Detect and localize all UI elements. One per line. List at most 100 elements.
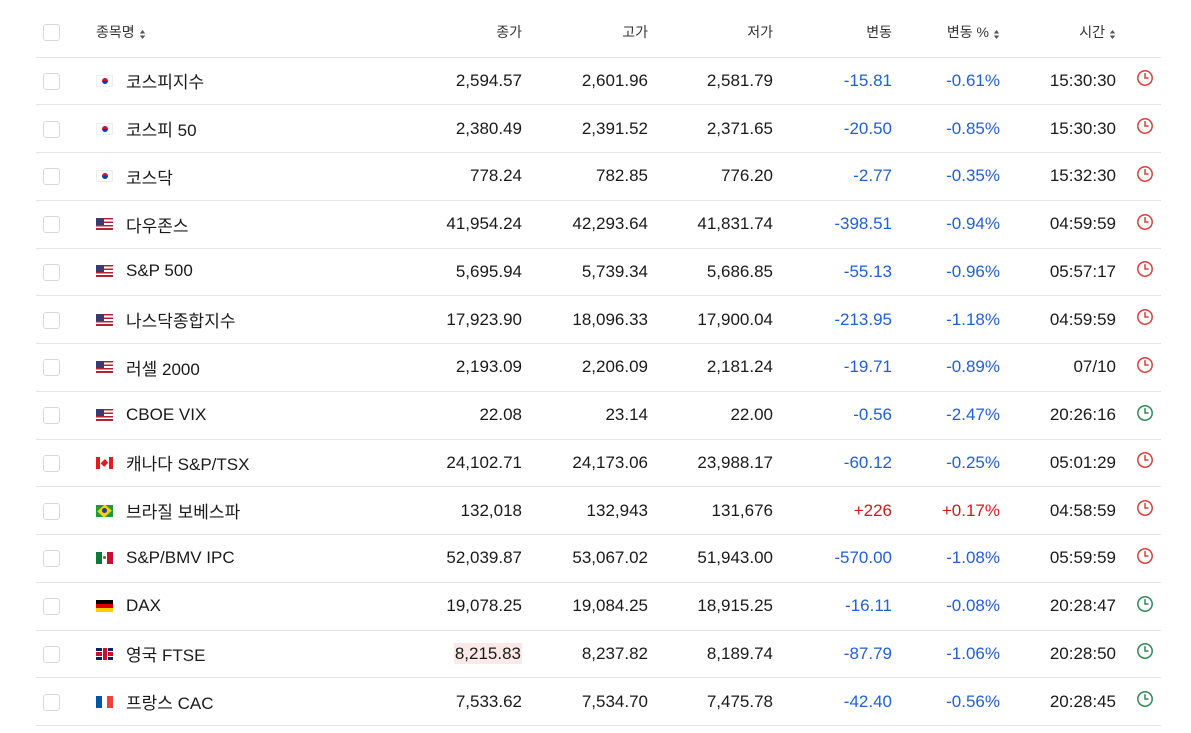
select-all-checkbox[interactable] [43, 24, 60, 42]
row-checkbox-cell[interactable] [36, 248, 96, 297]
row-checkbox-cell[interactable] [36, 104, 96, 153]
index-name-cell[interactable]: DAX [96, 582, 351, 631]
row-checkbox-cell[interactable] [36, 439, 96, 488]
row-checkbox[interactable] [43, 359, 60, 377]
index-name-link[interactable]: 코스피지수 [126, 68, 204, 93]
row-checkbox-cell[interactable] [36, 152, 96, 201]
table-row[interactable]: CBOE VIX 22.08 23.14 22.00 -0.56 -2.47% 20:26:… [36, 391, 1161, 440]
row-checkbox-cell[interactable] [36, 534, 96, 583]
row-checkbox-cell[interactable] [36, 391, 96, 440]
high-cell: 53,067.02 [522, 534, 648, 583]
row-checkbox-cell[interactable] [36, 630, 96, 679]
market-open-clock-icon [1136, 690, 1154, 713]
low-value: 7,475.78 [706, 691, 773, 711]
table-row[interactable]: 코스피 50 2,380.49 2,391.52 2,371.65 -20.50 -0.8… [36, 104, 1161, 153]
market-closed-clock-icon [1136, 69, 1154, 92]
index-name-cell[interactable]: 브라질 보베스파 [96, 486, 351, 535]
index-name-cell[interactable]: 다우존스 [96, 200, 351, 249]
high-value: 7,534.70 [581, 691, 648, 711]
index-name-cell[interactable]: 코스피 50 [96, 104, 351, 153]
row-checkbox[interactable] [43, 693, 60, 711]
row-checkbox-cell[interactable] [36, 486, 96, 535]
table-row[interactable]: S&P/BMV IPC 52,039.87 53,067.02 51,943.00 -5… [36, 534, 1161, 583]
index-name-link[interactable]: 코스피 50 [126, 116, 197, 141]
high-value: 132,943 [586, 500, 648, 520]
table-row[interactable]: 프랑스 CAC 7,533.62 7,534.70 7,475.78 -42.40 -0.… [36, 677, 1161, 726]
row-checkbox[interactable] [43, 550, 60, 568]
sort-updown-icon[interactable] [1109, 29, 1116, 40]
flag-gb-icon [96, 647, 113, 660]
row-checkbox[interactable] [43, 168, 60, 186]
sort-updown-icon[interactable] [139, 29, 146, 40]
table-row[interactable]: 영국 FTSE 8,215.83 8,237.82 8,189.74 -87.79 -1.… [36, 630, 1161, 679]
row-checkbox[interactable] [43, 72, 60, 90]
index-name-cell[interactable]: 나스닥종합지수 [96, 295, 351, 344]
index-name-link[interactable]: 러셀 2000 [126, 355, 200, 380]
table-body: 코스피지수 2,594.57 2,601.96 2,581.79 -15.81 -0.61… [36, 57, 1161, 726]
row-checkbox[interactable] [43, 311, 60, 329]
high-value: 782.85 [596, 166, 648, 186]
table-row[interactable]: DAX 19,078.25 19,084.25 18,915.25 -16.11 -0.0… [36, 582, 1161, 631]
row-checkbox[interactable] [43, 216, 60, 234]
row-checkbox[interactable] [43, 407, 60, 425]
row-checkbox-cell[interactable] [36, 677, 96, 726]
index-name-cell[interactable]: 코스피지수 [96, 57, 351, 106]
header-time[interactable]: 시간 [1000, 8, 1116, 58]
index-name-cell[interactable]: 프랑스 CAC [96, 677, 351, 726]
low-value: 22.00 [730, 405, 773, 425]
index-name-link[interactable]: S&P/BMV IPC [126, 548, 235, 568]
index-name-cell[interactable]: 러셀 2000 [96, 343, 351, 392]
close-cell: 2,594.57 [351, 57, 522, 106]
index-name-link[interactable]: 코스닥 [126, 164, 173, 189]
low-value: 18,915.25 [697, 596, 773, 616]
header-name[interactable]: 종목명 [96, 8, 351, 58]
time-cell: 04:59:59 [1000, 295, 1116, 344]
row-checkbox-cell[interactable] [36, 343, 96, 392]
table-row[interactable]: 브라질 보베스파 132,018 132,943 131,676 +226 +0.17% 0… [36, 486, 1161, 535]
index-name-cell[interactable]: S&P/BMV IPC [96, 534, 351, 583]
table-row[interactable]: S&P 500 5,695.94 5,739.34 5,686.85 -55.13 -0.… [36, 248, 1161, 297]
index-name-cell[interactable]: 캐나다 S&P/TSX [96, 439, 351, 488]
index-name-cell[interactable]: S&P 500 [96, 248, 351, 297]
table-row[interactable]: 코스피지수 2,594.57 2,601.96 2,581.79 -15.81 -0.61… [36, 57, 1161, 106]
close-cell: 8,215.83 [351, 630, 522, 679]
time-cell: 04:58:59 [1000, 486, 1116, 535]
header-select-all[interactable] [36, 8, 96, 58]
index-name-link[interactable]: S&P 500 [126, 261, 193, 281]
row-checkbox-cell[interactable] [36, 295, 96, 344]
indices-table-container: 종목명 종가 고가 저가 변동 변동 % 시간 코스피지수 2,594.57 2,6… [0, 0, 1191, 733]
row-checkbox[interactable] [43, 454, 60, 472]
row-checkbox[interactable] [43, 120, 60, 138]
table-row[interactable]: 다우존스 41,954.24 42,293.64 41,831.74 -398.51 -0… [36, 200, 1161, 249]
row-checkbox[interactable] [43, 645, 60, 663]
index-name-cell[interactable]: CBOE VIX [96, 391, 351, 440]
flag-ca-icon [96, 456, 113, 469]
index-name-link[interactable]: 영국 FTSE [126, 641, 205, 666]
row-checkbox-cell[interactable] [36, 200, 96, 249]
index-name-link[interactable]: 브라질 보베스파 [126, 498, 240, 523]
index-name-cell[interactable]: 코스닥 [96, 152, 351, 201]
close-cell: 2,193.09 [351, 343, 522, 392]
index-name-cell[interactable]: 영국 FTSE [96, 630, 351, 679]
index-name-link[interactable]: 프랑스 CAC [126, 689, 214, 714]
index-name-link[interactable]: CBOE VIX [126, 405, 206, 425]
table-row[interactable]: 나스닥종합지수 17,923.90 18,096.33 17,900.04 -213.9… [36, 295, 1161, 344]
table-row[interactable]: 러셀 2000 2,193.09 2,206.09 2,181.24 -19.71 -0.… [36, 343, 1161, 392]
table-row[interactable]: 캐나다 S&P/TSX 24,102.71 24,173.06 23,988.17 -6… [36, 439, 1161, 488]
row-checkbox[interactable] [43, 598, 60, 616]
row-checkbox[interactable] [43, 263, 60, 281]
sort-updown-icon[interactable] [993, 29, 1000, 40]
row-checkbox-cell[interactable] [36, 57, 96, 106]
table-row[interactable]: 코스닥 778.24 782.85 776.20 -2.77 -0.35% 15:32:30 [36, 152, 1161, 201]
index-name-link[interactable]: DAX [126, 596, 161, 616]
index-name-link[interactable]: 나스닥종합지수 [126, 307, 235, 332]
row-checkbox[interactable] [43, 502, 60, 520]
index-name-link[interactable]: 다우존스 [126, 212, 189, 237]
change-cell: -42.40 [773, 677, 892, 726]
row-checkbox-cell[interactable] [36, 582, 96, 631]
high-value: 42,293.64 [572, 214, 648, 234]
index-name-link[interactable]: 캐나다 S&P/TSX [126, 450, 249, 475]
table-header: 종목명 종가 고가 저가 변동 변동 % 시간 [36, 8, 1161, 58]
header-change-pct[interactable]: 변동 % [892, 8, 1000, 58]
status-cell [1116, 486, 1161, 535]
